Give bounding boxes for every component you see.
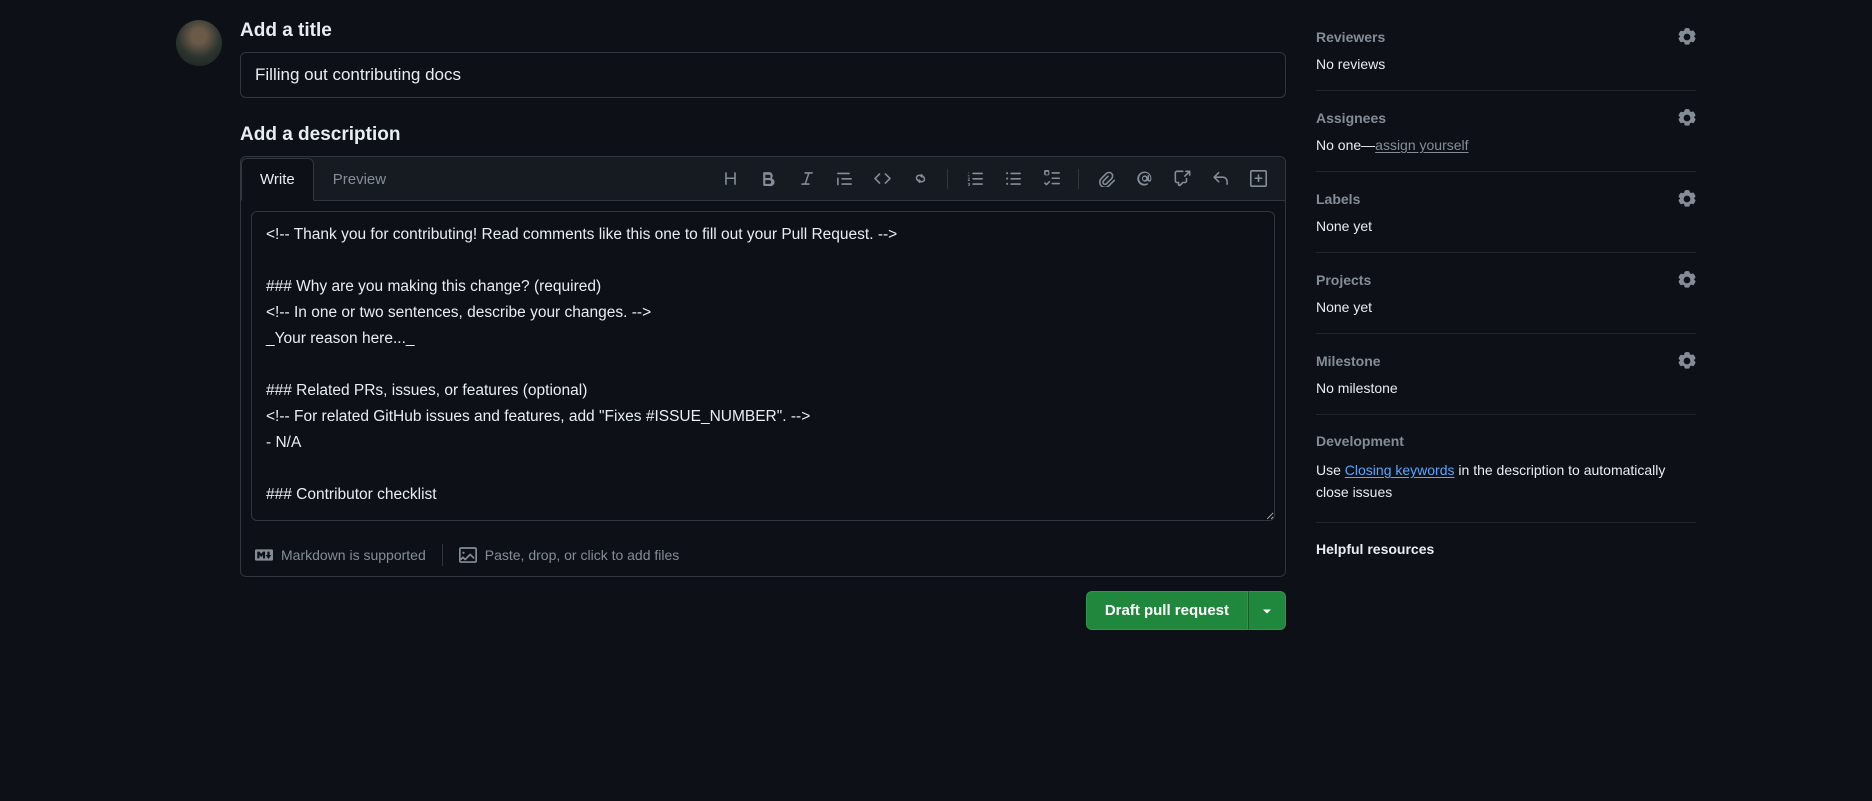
gear-icon[interactable] (1678, 28, 1696, 46)
diff-icon[interactable] (1241, 162, 1275, 196)
tab-write[interactable]: Write (241, 158, 314, 201)
projects-body: None yet (1316, 299, 1696, 315)
italic-icon[interactable] (789, 162, 823, 196)
comment-box: Write Preview (240, 156, 1286, 577)
reply-icon[interactable] (1203, 162, 1237, 196)
unordered-list-icon[interactable] (996, 162, 1030, 196)
task-list-icon[interactable] (1034, 162, 1068, 196)
paperclip-icon[interactable] (1089, 162, 1123, 196)
markdown-supported-link[interactable]: Markdown is supported (255, 546, 426, 564)
avatar[interactable] (176, 20, 222, 66)
milestone-title: Milestone (1316, 353, 1381, 369)
cross-reference-icon[interactable] (1165, 162, 1199, 196)
helpful-resources-title: Helpful resources (1316, 523, 1696, 557)
toolbar-divider (1078, 169, 1079, 189)
description-label: Add a description (240, 124, 1286, 146)
ordered-list-icon[interactable] (958, 162, 992, 196)
heading-icon[interactable] (713, 162, 747, 196)
toolbar-divider (947, 169, 948, 189)
submit-dropdown-button[interactable] (1248, 591, 1286, 630)
development-title: Development (1316, 433, 1404, 449)
attach-files-button[interactable]: Paste, drop, or click to add files (459, 546, 680, 564)
assignees-title: Assignees (1316, 110, 1386, 126)
sidebar: Reviewers No reviews Assignees No one—as… (1316, 20, 1696, 630)
code-icon[interactable] (865, 162, 899, 196)
tab-preview[interactable]: Preview (314, 158, 405, 201)
link-icon[interactable] (903, 162, 937, 196)
gear-icon[interactable] (1678, 352, 1696, 370)
bold-icon[interactable] (751, 162, 785, 196)
markdown-supported-text: Markdown is supported (281, 547, 426, 563)
footer-divider (442, 544, 443, 566)
reviewers-body: No reviews (1316, 56, 1696, 72)
tab-bar: Write Preview (241, 157, 1285, 201)
projects-title: Projects (1316, 272, 1371, 288)
closing-keywords-link[interactable]: Closing keywords (1345, 462, 1455, 478)
draft-pull-request-button[interactable]: Draft pull request (1086, 591, 1248, 630)
assign-yourself-link[interactable]: assign yourself (1375, 137, 1468, 153)
image-icon (459, 546, 477, 564)
attach-files-text: Paste, drop, or click to add files (485, 547, 680, 563)
assignees-prefix: No one— (1316, 137, 1375, 153)
gear-icon[interactable] (1678, 271, 1696, 289)
labels-title: Labels (1316, 191, 1360, 207)
reviewers-title: Reviewers (1316, 29, 1385, 45)
labels-body: None yet (1316, 218, 1696, 234)
quote-icon[interactable] (827, 162, 861, 196)
gear-icon[interactable] (1678, 190, 1696, 208)
title-label: Add a title (240, 20, 1286, 42)
development-prefix: Use (1316, 462, 1345, 478)
title-input[interactable] (240, 52, 1286, 98)
mention-icon[interactable] (1127, 162, 1161, 196)
markdown-icon (255, 546, 273, 564)
description-textarea[interactable] (251, 211, 1275, 521)
editor-footer: Markdown is supported Paste, drop, or cl… (241, 534, 1285, 576)
milestone-body: No milestone (1316, 380, 1696, 396)
gear-icon[interactable] (1678, 109, 1696, 127)
caret-down-icon (1261, 605, 1273, 617)
markdown-toolbar (713, 162, 1275, 196)
